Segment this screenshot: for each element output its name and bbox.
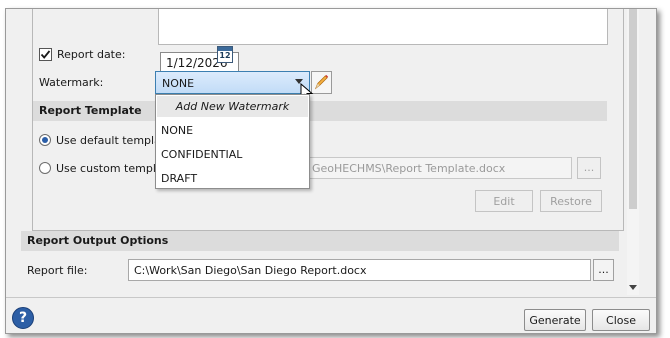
edit-template-button: Edit — [475, 190, 533, 212]
watermark-label: Watermark: — [39, 76, 104, 89]
default-template-radio[interactable] — [39, 134, 51, 146]
add-new-watermark-item[interactable]: Add New Watermark — [157, 96, 308, 117]
close-button[interactable]: Close — [592, 309, 650, 331]
scrollbar-thumb[interactable] — [629, 9, 637, 209]
watermark-option-none[interactable]: NONE — [161, 124, 301, 137]
custom-template-radio[interactable] — [39, 162, 51, 174]
report-dialog: Report date: 1/12/2026 12 Watermark: NON… — [5, 8, 657, 334]
calendar-icon[interactable]: 12 — [217, 46, 233, 63]
help-icon[interactable]: ? — [12, 307, 34, 329]
watermark-option-draft[interactable]: DRAFT — [161, 172, 301, 185]
checkmark-icon — [40, 50, 51, 59]
template-browse-button: ... — [577, 157, 601, 179]
pencil-icon — [314, 74, 329, 90]
report-output-header: Report Output Options — [21, 231, 619, 251]
scroll-down-arrow-icon[interactable] — [629, 285, 637, 290]
report-file-browse-button[interactable]: ... — [593, 259, 614, 281]
edit-watermark-button[interactable] — [311, 71, 332, 94]
report-date-checkbox[interactable] — [39, 48, 52, 61]
watermark-option-confidential[interactable]: CONFIDENTIAL — [161, 148, 301, 161]
watermark-dropdown-menu: Add New Watermark NONE CONFIDENTIAL DRAF… — [155, 94, 310, 189]
watermark-combobox[interactable]: NONE — [155, 71, 310, 94]
report-template-header: Report Template — [33, 101, 607, 121]
generate-button[interactable]: Generate — [524, 309, 586, 331]
footer-divider — [6, 297, 656, 298]
report-file-field[interactable]: C:\Work\San Diego\San Diego Report.docx — [128, 259, 591, 281]
report-date-label: Report date: — [57, 48, 126, 61]
report-file-label: Report file: — [27, 264, 88, 277]
restore-template-button: Restore — [540, 190, 602, 212]
top-panel-box — [158, 9, 608, 45]
custom-template-path-field: GeoHECHMS\Report Template.docx — [306, 157, 572, 179]
